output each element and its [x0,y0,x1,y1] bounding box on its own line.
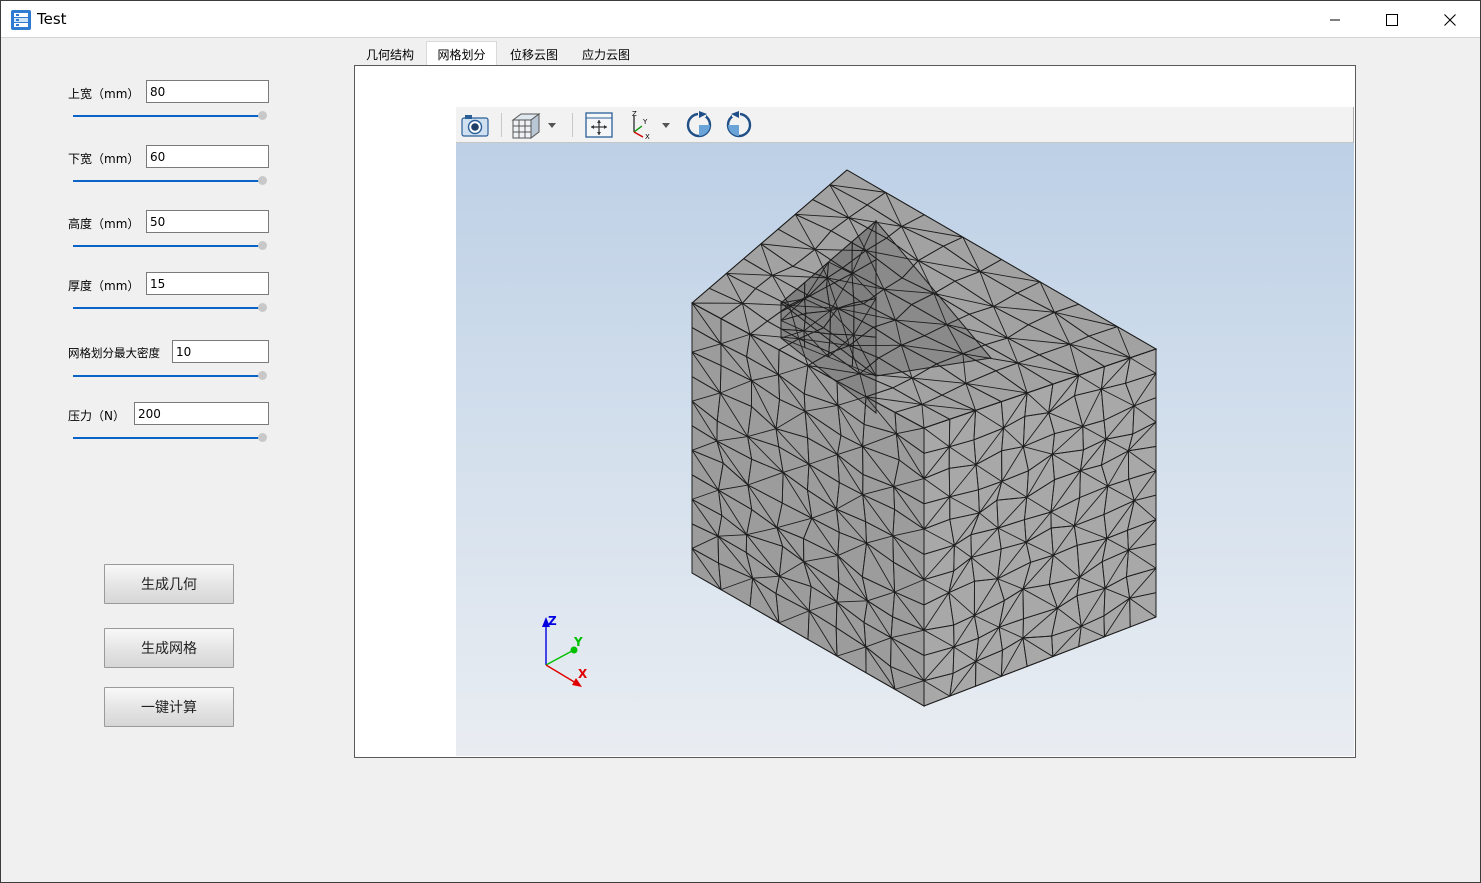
camera-icon [461,115,489,137]
height-label: 高度（mm） [68,217,140,231]
minimize-button[interactable] [1306,1,1364,38]
bottom-width-slider[interactable] [73,175,268,187]
bottom-width-label: 下宽（mm） [68,152,140,166]
maximize-icon [1386,13,1398,26]
chevron-down-icon [662,123,670,128]
svg-text:Z: Z [632,110,637,118]
height-slider[interactable] [73,240,268,252]
svg-text:X: X [645,133,650,140]
fit-all-button[interactable] [582,109,616,141]
slider-track [73,375,261,377]
slider-track [73,307,261,309]
window-title: Test [37,10,67,28]
mesh-viewport[interactable]: Z Y X [456,143,1354,756]
slider-track [73,115,261,117]
thickness-label: 厚度（mm） [68,279,140,293]
mesh-density-input[interactable] [172,340,269,363]
tab-mesh[interactable]: 网格划分 [426,41,497,66]
title-bar: Test [1,1,1480,38]
pressure-input[interactable] [134,402,269,425]
app-window: Test 上宽（mm） 下宽（mm） 高度（mm） 厚度（mm） 网格划分最大密… [0,0,1481,883]
svg-text:Y: Y [642,118,648,126]
view-mode-button[interactable] [510,109,562,141]
top-width-input[interactable] [146,80,269,103]
fit-all-icon [585,112,613,138]
top-width-slider[interactable] [73,110,268,122]
thickness-slider[interactable] [73,302,268,314]
tab-displacement[interactable]: 位移云图 [499,42,569,66]
axis-orientation-icon: Z Y X [632,110,670,140]
rotate-ccw-button[interactable] [722,109,756,141]
slider-track [73,180,261,182]
view-cube-icon [511,113,556,139]
slider-track [73,245,261,247]
generate-mesh-button[interactable]: 生成网格 [104,628,234,668]
tab-geometry[interactable]: 几何结构 [355,42,425,66]
app-icon [11,10,31,30]
rotate-ccw-icon [726,111,752,138]
slider-track [73,437,261,439]
rotate-cw-icon [686,111,712,138]
bottom-width-input[interactable] [146,145,269,168]
slider-thumb[interactable] [258,176,267,185]
viewer-toolbar: Z Y X [456,107,1354,143]
close-button[interactable] [1421,1,1479,38]
slider-thumb[interactable] [258,433,267,442]
mesh-density-label: 网格划分最大密度 [68,346,160,360]
slider-thumb[interactable] [258,111,267,120]
mesh-model [691,169,1158,707]
slider-thumb[interactable] [258,241,267,250]
compute-button[interactable]: 一键计算 [104,687,234,727]
maximize-button[interactable] [1363,1,1421,38]
slider-thumb[interactable] [258,303,267,312]
mesh-density-slider[interactable] [73,370,268,382]
rotate-cw-button[interactable] [682,109,716,141]
screenshot-button[interactable] [458,109,492,141]
toolbar-separator [572,113,573,137]
generate-geometry-button[interactable]: 生成几何 [104,564,234,604]
axis-view-button[interactable]: Z Y X [626,109,674,141]
thickness-input[interactable] [146,272,269,295]
slider-thumb[interactable] [258,371,267,380]
tab-stress[interactable]: 应力云图 [571,42,641,66]
pressure-slider[interactable] [73,432,268,444]
top-width-label: 上宽（mm） [68,87,140,101]
toolbar-separator [501,113,502,137]
height-input[interactable] [146,210,269,233]
chevron-down-icon [548,123,556,128]
pressure-label: 压力（N） [68,409,125,423]
close-icon [1444,13,1456,26]
minimize-icon [1330,19,1340,20]
